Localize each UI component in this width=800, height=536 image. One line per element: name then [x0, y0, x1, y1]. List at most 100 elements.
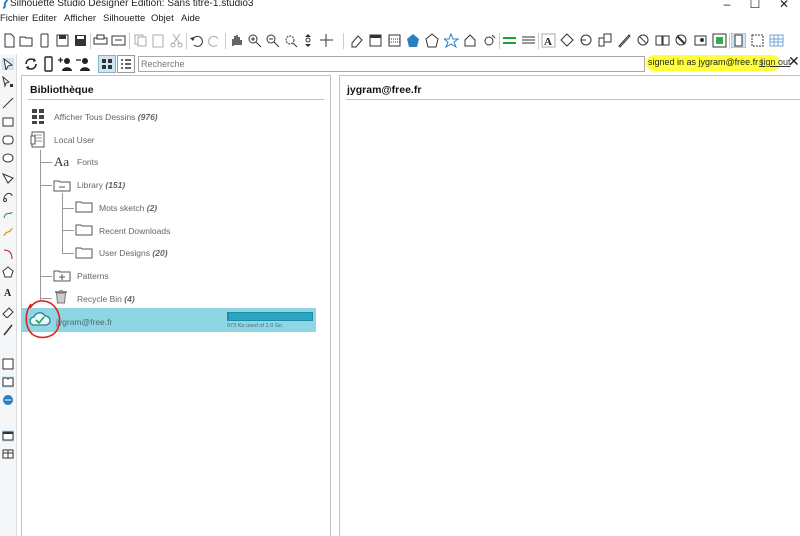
curve-tool-icon[interactable] [2, 190, 14, 202]
fill-icon[interactable] [406, 33, 421, 48]
menu-fichier[interactable]: Fichier [0, 13, 29, 24]
page-setup-icon[interactable] [368, 33, 383, 48]
tree-item-count: (151) [105, 180, 126, 190]
move-icon[interactable] [319, 33, 334, 48]
line-color-icon[interactable] [502, 33, 517, 48]
grid-icon[interactable] [387, 33, 402, 48]
polygon-tool-icon[interactable] [2, 172, 14, 184]
trace-icon[interactable] [636, 33, 651, 48]
tree-item-label: Afficher Tous Dessins [54, 112, 136, 122]
select-tool-icon[interactable] [2, 58, 14, 70]
menu-aide[interactable]: Aide [181, 13, 200, 24]
add-user-icon[interactable] [57, 55, 75, 73]
studio-icon[interactable] [750, 33, 765, 48]
arc-tool-icon[interactable] [2, 208, 14, 220]
library-title: Bibliothèque [30, 84, 94, 96]
copy-icon[interactable] [133, 33, 148, 48]
toolbar-separator [343, 33, 344, 49]
zoom-select-icon[interactable] [283, 33, 298, 48]
close-library-button[interactable]: ✕ [788, 53, 800, 70]
send-icon[interactable] [111, 33, 126, 48]
send-to-icon[interactable] [693, 33, 708, 48]
folder-expand-icon[interactable] [53, 269, 71, 282]
knife-icon[interactable] [617, 33, 632, 48]
line-style-icon[interactable] [521, 33, 536, 48]
tree-item-patterns[interactable]: Patterns [77, 271, 109, 281]
cut-icon[interactable] [169, 33, 184, 48]
split-panel-icon[interactable] [2, 448, 14, 460]
tree-item-library[interactable]: Library (151) [77, 180, 125, 190]
grid-view-icon[interactable] [98, 55, 116, 73]
design-store-view-icon[interactable] [2, 394, 14, 406]
remove-user-icon[interactable] [75, 55, 93, 73]
pixscan-icon[interactable] [674, 33, 689, 48]
menu-silhouette[interactable]: Silhouette [103, 13, 145, 24]
star-icon[interactable] [444, 33, 459, 48]
layers-icon[interactable] [769, 33, 784, 48]
tree-item-local-user[interactable]: Local User [54, 135, 95, 145]
refresh-icon[interactable] [22, 55, 40, 73]
all-designs-icon [32, 109, 44, 124]
tree-item-user-designs[interactable]: User Designs (20) [99, 248, 168, 258]
page-view-icon[interactable] [2, 358, 14, 370]
menu-editer[interactable]: Editer [32, 13, 57, 24]
point-edit-tool-icon[interactable] [2, 76, 14, 88]
storage-quota-bar [227, 312, 313, 321]
tree-item-cloud-account[interactable]: jygram@free.fr 973 Ko used of 1.0 Go [21, 308, 316, 332]
pentagon-tool-icon[interactable] [2, 266, 14, 278]
tree-item-recent-downloads[interactable]: Recent Downloads [99, 226, 170, 236]
offset-icon[interactable] [598, 33, 613, 48]
zoom-fit-icon[interactable] [301, 33, 316, 48]
tree-item-all-designs[interactable]: Afficher Tous Dessins (976) [54, 112, 158, 122]
shape-icon[interactable] [425, 33, 440, 48]
tree-item-mots-sketch[interactable]: Mots sketch (2) [99, 203, 157, 213]
phone-icon[interactable] [37, 33, 52, 48]
freehand-tool-icon[interactable] [2, 226, 14, 238]
minimize-button[interactable]: – [718, 0, 736, 11]
modify-icon[interactable] [655, 33, 670, 48]
open-icon[interactable] [19, 33, 34, 48]
rounded-rectangle-tool-icon[interactable] [2, 134, 14, 146]
tree-item-recycle-bin[interactable]: Recycle Bin (4) [77, 294, 135, 304]
menu-objet[interactable]: Objet [151, 13, 174, 24]
save-as-icon[interactable] [73, 33, 88, 48]
library-view-icon[interactable] [2, 376, 14, 388]
close-window-button[interactable]: ✕ [775, 0, 793, 11]
print-icon[interactable] [93, 33, 108, 48]
svg-text:A: A [4, 288, 12, 298]
folder-collapse-icon[interactable] [53, 179, 71, 192]
single-panel-icon[interactable] [2, 430, 14, 442]
knife-tool-icon[interactable] [2, 324, 14, 336]
design-store-icon[interactable] [712, 33, 727, 48]
rectangle-tool-icon[interactable] [2, 116, 14, 128]
line-tool-icon[interactable] [2, 97, 14, 109]
tree-item-label: Fonts [77, 157, 99, 167]
library-icon[interactable] [731, 33, 746, 48]
mobile-device-icon[interactable] [39, 55, 57, 73]
smooth-freehand-tool-icon[interactable] [2, 248, 14, 260]
zoom-in-icon[interactable] [247, 33, 262, 48]
replicate-icon[interactable] [579, 33, 594, 48]
redo-icon[interactable] [207, 33, 222, 48]
eraser-icon[interactable] [349, 33, 364, 48]
pan-icon[interactable] [229, 33, 244, 48]
new-icon[interactable] [2, 33, 17, 48]
undo-icon[interactable] [189, 33, 204, 48]
house-icon[interactable] [463, 33, 478, 48]
text-style-icon[interactable]: A [541, 33, 556, 48]
maximize-button[interactable]: ☐ [746, 0, 764, 11]
menu-afficher[interactable]: Afficher [64, 13, 96, 24]
sign-out-link[interactable]: sign out [759, 57, 791, 67]
search-input[interactable] [138, 56, 645, 72]
save-icon[interactable] [55, 33, 70, 48]
ellipse-tool-icon[interactable] [2, 152, 14, 164]
transform-icon[interactable] [560, 33, 575, 48]
settings-icon[interactable] [482, 33, 497, 48]
text-tool-icon[interactable]: A [2, 286, 14, 298]
tree-item-fonts[interactable]: Fonts [77, 157, 98, 167]
list-view-icon[interactable] [117, 55, 135, 73]
eraser-tool-icon[interactable] [2, 306, 14, 318]
zoom-out-icon[interactable] [265, 33, 280, 48]
annotation-circle [25, 300, 61, 339]
paste-icon[interactable] [151, 33, 166, 48]
